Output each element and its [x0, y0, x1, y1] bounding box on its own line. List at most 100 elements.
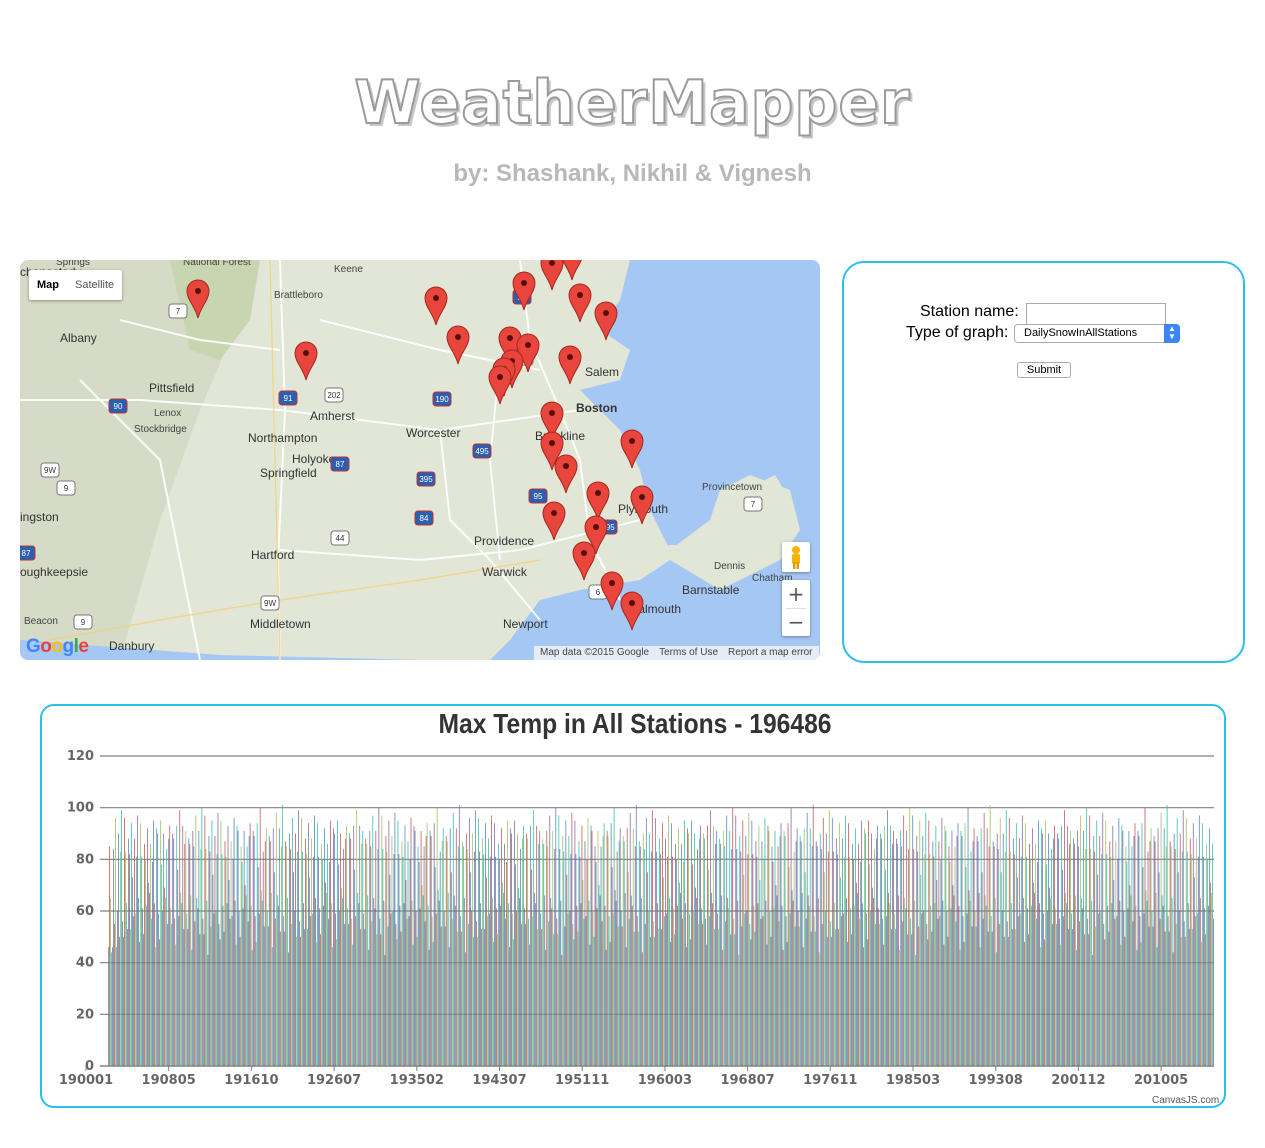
chart-bar	[935, 825, 937, 1066]
chart-bar	[1103, 923, 1105, 1066]
chart-bar	[750, 939, 752, 1066]
canvasjs-credit-link[interactable]: CanvasJS.com	[1152, 1095, 1219, 1106]
chart-bar	[144, 843, 145, 1066]
chart-bar	[739, 836, 741, 1066]
chart-bar	[192, 830, 194, 1066]
chart-bar	[1121, 825, 1123, 1066]
chart-bar	[1031, 905, 1032, 1066]
map-type-control[interactable]: Map Satellite	[29, 270, 123, 300]
chart-bar	[969, 900, 971, 1066]
chart-bar	[957, 823, 959, 1066]
chart-bar	[1181, 851, 1183, 1066]
report-map-error-link[interactable]: Report a map error	[728, 646, 812, 660]
chart-bar	[686, 947, 687, 1066]
chart-bar	[1086, 807, 1088, 1066]
chart-bar	[1091, 900, 1093, 1066]
chart-bar	[809, 828, 811, 1066]
chart-bar	[715, 843, 717, 1066]
chart-bar	[289, 849, 291, 1066]
chart-bar	[1084, 934, 1086, 1066]
chart-bar	[841, 838, 843, 1066]
zoom-control[interactable]: + −	[782, 580, 810, 636]
chart-bar	[380, 934, 382, 1066]
map[interactable]: Springs National Forest Keene Brattlebor…	[20, 260, 820, 660]
map-type-satellite-button[interactable]: Satellite	[67, 270, 122, 300]
chart-bar	[1090, 849, 1092, 1066]
chart-bar	[377, 849, 379, 1066]
chart-bar	[927, 939, 929, 1066]
chart-bar	[850, 908, 851, 1066]
chart-bar	[1189, 838, 1191, 1066]
station-name-input[interactable]	[1026, 303, 1166, 325]
chart-bar	[361, 843, 363, 1066]
chart-bar	[843, 856, 845, 1066]
chart-bar	[634, 846, 636, 1066]
chart-bar	[1155, 892, 1157, 1066]
chart-bar	[228, 880, 230, 1066]
chart-bar	[990, 916, 992, 1066]
map-canvas[interactable]: Springs National Forest Keene Brattlebor…	[20, 260, 820, 660]
chart-bar	[286, 898, 288, 1066]
zoom-out-button[interactable]: −	[782, 608, 810, 636]
chart-bar	[588, 900, 590, 1066]
label-danbury: Danbury	[109, 639, 154, 653]
chart-bar	[314, 815, 315, 1066]
map-type-map-button[interactable]: Map	[29, 270, 67, 300]
chart-bar	[369, 830, 371, 1066]
chart-bar	[424, 921, 426, 1066]
chart-bar	[572, 923, 574, 1066]
chart-bar	[140, 823, 141, 1066]
chart-bar	[693, 911, 694, 1066]
chart-bar	[163, 833, 165, 1066]
chart-bar	[639, 846, 641, 1066]
chart-bar	[348, 923, 350, 1066]
chart-bar	[373, 898, 375, 1066]
chart-bar	[1106, 854, 1108, 1066]
chart-bar	[328, 918, 329, 1066]
chart-bar	[257, 867, 259, 1066]
chart-bar	[642, 833, 644, 1066]
chart-bar	[1089, 815, 1091, 1066]
chart-bar	[128, 838, 129, 1066]
chart-bar	[783, 830, 785, 1066]
svg-text:7: 7	[176, 307, 181, 316]
svg-text:395: 395	[419, 475, 433, 484]
chart-bar	[1147, 851, 1149, 1066]
chart-bar	[156, 828, 158, 1066]
chart-bar	[643, 849, 645, 1066]
chart-bar	[607, 836, 609, 1066]
chart-bar	[796, 828, 798, 1066]
x-tick-label: 199308	[969, 1073, 1023, 1088]
chart-bar	[386, 851, 388, 1066]
chart-bar	[1120, 944, 1122, 1066]
chart-bar	[1127, 908, 1129, 1066]
chart-bar	[308, 823, 309, 1066]
chart-bar	[713, 825, 715, 1066]
chart-bar	[183, 929, 185, 1066]
submit-button[interactable]: Submit	[1017, 362, 1071, 378]
chart-bar	[270, 892, 272, 1066]
chart-bar	[910, 918, 912, 1066]
chart-bar	[583, 918, 585, 1066]
chart-bar	[385, 836, 387, 1066]
chart-bar	[1021, 815, 1023, 1066]
chart-bar	[807, 895, 809, 1066]
chart-bar	[845, 815, 846, 1066]
chart-bar	[833, 903, 835, 1066]
terms-of-use-link[interactable]: Terms of Use	[659, 646, 718, 660]
graph-type-select[interactable]: DailySnowInAllStations ▲ ▼	[1014, 324, 1180, 343]
chart-bar	[900, 830, 902, 1066]
chart-bar	[890, 825, 891, 1066]
chart-bar	[123, 936, 124, 1066]
chart-bar	[1022, 898, 1024, 1066]
zoom-in-button[interactable]: +	[782, 580, 810, 608]
svg-text:202: 202	[327, 391, 341, 400]
chart-bar	[429, 830, 431, 1066]
chart-bar	[1152, 926, 1154, 1066]
street-view-pegman-icon[interactable]	[782, 542, 810, 572]
chart-bar	[889, 903, 890, 1066]
chart-bar	[1098, 913, 1100, 1066]
google-logo[interactable]: Google	[26, 636, 89, 658]
chart-bar	[691, 820, 692, 1066]
chart-bar	[190, 895, 192, 1066]
